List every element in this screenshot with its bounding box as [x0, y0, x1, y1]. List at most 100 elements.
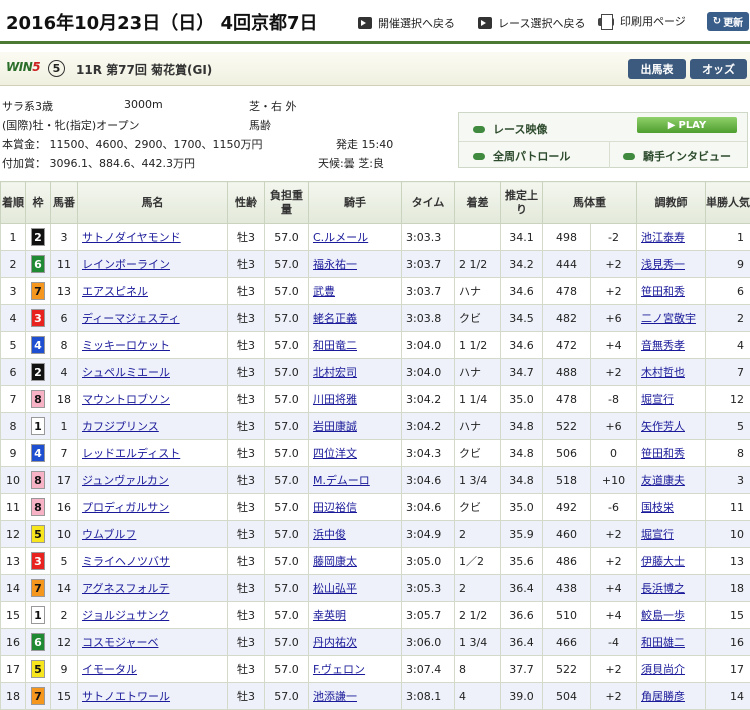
trainer-cell[interactable]: 長浜博之: [636, 574, 706, 602]
jockey-link[interactable]: M.デムーロ: [313, 474, 370, 487]
trainer-link[interactable]: 音無秀孝: [641, 339, 685, 352]
trainer-cell[interactable]: 伊藤大士: [636, 547, 706, 575]
race-video-link[interactable]: レース映像: [473, 121, 547, 137]
jockey-link[interactable]: 和田竜二: [313, 339, 357, 352]
col-sexage[interactable]: 性齢: [227, 181, 265, 224]
trainer-link[interactable]: 須貝尚介: [641, 663, 685, 676]
trainer-cell[interactable]: 国枝栄: [636, 493, 706, 521]
jockey-cell[interactable]: 武豊: [308, 277, 402, 305]
jockey-cell[interactable]: 和田竜二: [308, 331, 402, 359]
jockey-cell[interactable]: 四位洋文: [308, 439, 402, 467]
horse-name-link[interactable]: エアスピネル: [82, 285, 148, 298]
trainer-link[interactable]: 木村哲也: [641, 366, 685, 379]
horse-name-link[interactable]: ジョルジュサンク: [82, 609, 169, 622]
horse-name-link[interactable]: カフジプリンス: [82, 420, 159, 433]
trainer-cell[interactable]: 須貝尚介: [636, 655, 706, 683]
horse-name-link[interactable]: ミライヘノツバサ: [82, 555, 170, 568]
horse-name-cell[interactable]: カフジプリンス: [77, 412, 228, 440]
trainer-link[interactable]: 伊藤大士: [641, 555, 685, 568]
horse-name-link[interactable]: ディーマジェスティ: [82, 312, 180, 325]
jockey-cell[interactable]: F.ヴェロン: [308, 655, 402, 683]
trainer-cell[interactable]: 笹田和秀: [636, 277, 706, 305]
col-popularity[interactable]: 単勝人気: [705, 181, 750, 224]
col-number[interactable]: 馬番: [50, 181, 78, 224]
trainer-link[interactable]: 笹田和秀: [641, 285, 685, 298]
jockey-cell[interactable]: 松山弘平: [308, 574, 402, 602]
jockey-cell[interactable]: C.ルメール: [308, 223, 402, 251]
horse-name-link[interactable]: レインボーライン: [82, 258, 170, 271]
horse-name-cell[interactable]: ディーマジェスティ: [77, 304, 228, 332]
horse-name-cell[interactable]: ミッキーロケット: [77, 331, 228, 359]
horse-name-cell[interactable]: サトノエトワール: [77, 682, 228, 710]
refresh-button[interactable]: ↻ 更新: [707, 12, 749, 31]
jockey-cell[interactable]: 岩田康誠: [308, 412, 402, 440]
jockey-link[interactable]: 池添謙一: [313, 690, 357, 703]
trainer-link[interactable]: 鮫島一歩: [641, 609, 685, 622]
horse-name-cell[interactable]: コスモジャーベ: [77, 628, 228, 656]
jockey-cell[interactable]: 福永祐一: [308, 250, 402, 278]
horse-name-cell[interactable]: マウントロブソン: [77, 385, 228, 413]
trainer-cell[interactable]: 友道康夫: [636, 466, 706, 494]
trainer-link[interactable]: 堀宣行: [641, 393, 674, 406]
horse-name-link[interactable]: ミッキーロケット: [82, 339, 170, 352]
jockey-link[interactable]: 田辺裕信: [313, 501, 357, 514]
trainer-link[interactable]: 角居勝彦: [641, 690, 685, 703]
jockey-link[interactable]: 松山弘平: [313, 582, 357, 595]
trainer-cell[interactable]: 浅見秀一: [636, 250, 706, 278]
horse-name-link[interactable]: サトノエトワール: [82, 690, 170, 703]
trainer-cell[interactable]: 二ノ宮敬宇: [636, 304, 706, 332]
trainer-link[interactable]: 国枝栄: [641, 501, 674, 514]
col-trainer[interactable]: 調教師: [636, 181, 706, 224]
col-last3f[interactable]: 推定上り: [500, 181, 543, 224]
horse-name-link[interactable]: プロディガルサン: [82, 501, 169, 514]
jockey-link[interactable]: 北村宏司: [313, 366, 357, 379]
jockey-link[interactable]: 武豊: [313, 285, 335, 298]
trainer-cell[interactable]: 木村哲也: [636, 358, 706, 386]
jockey-cell[interactable]: 幸英明: [308, 601, 402, 629]
horse-name-link[interactable]: アグネスフォルテ: [82, 582, 169, 595]
horse-name-cell[interactable]: エアスピネル: [77, 277, 228, 305]
jockey-cell[interactable]: 北村宏司: [308, 358, 402, 386]
trainer-cell[interactable]: 和田雄二: [636, 628, 706, 656]
col-waku[interactable]: 枠: [25, 181, 51, 224]
col-horse[interactable]: 馬名: [77, 181, 228, 224]
col-weight[interactable]: 負担重量: [264, 181, 309, 224]
jockey-link[interactable]: 岩田康誠: [313, 420, 357, 433]
jockey-cell[interactable]: 川田将雅: [308, 385, 402, 413]
trainer-link[interactable]: 笹田和秀: [641, 447, 685, 460]
jockey-cell[interactable]: 丹内祐次: [308, 628, 402, 656]
horse-name-cell[interactable]: プロディガルサン: [77, 493, 228, 521]
col-rank[interactable]: 着順: [0, 181, 26, 224]
jockey-link[interactable]: 福永祐一: [313, 258, 357, 271]
col-time[interactable]: タイム: [401, 181, 455, 224]
jockey-cell[interactable]: 浜中俊: [308, 520, 402, 548]
trainer-link[interactable]: 二ノ宮敬宇: [641, 312, 696, 325]
trainer-cell[interactable]: 音無秀孝: [636, 331, 706, 359]
horse-name-link[interactable]: レッドエルディスト: [82, 447, 180, 460]
horse-name-link[interactable]: ジュンヴァルカン: [82, 474, 169, 487]
trainer-cell[interactable]: 池江泰寿: [636, 223, 706, 251]
horse-name-link[interactable]: イモータル: [82, 663, 137, 676]
play-button[interactable]: ▶ PLAY: [637, 117, 737, 133]
trainer-link[interactable]: 友道康夫: [641, 474, 685, 487]
trainer-cell[interactable]: 笹田和秀: [636, 439, 706, 467]
trainer-link[interactable]: 堀宣行: [641, 528, 674, 541]
jockey-cell[interactable]: 田辺裕信: [308, 493, 402, 521]
jockey-cell[interactable]: M.デムーロ: [308, 466, 402, 494]
col-body-weight[interactable]: 馬体重: [542, 181, 637, 224]
horse-name-link[interactable]: サトノダイヤモンド: [82, 231, 181, 244]
horse-name-cell[interactable]: レッドエルディスト: [77, 439, 228, 467]
jockey-link[interactable]: 川田将雅: [313, 393, 357, 406]
jockey-link[interactable]: 幸英明: [313, 609, 346, 622]
trainer-cell[interactable]: 堀宣行: [636, 520, 706, 548]
horse-name-link[interactable]: シュペルミエール: [82, 366, 170, 379]
horse-name-cell[interactable]: レインボーライン: [77, 250, 228, 278]
odds-button[interactable]: オッズ: [690, 59, 747, 79]
horse-name-link[interactable]: コスモジャーベ: [82, 636, 158, 649]
jockey-link[interactable]: 浜中俊: [313, 528, 346, 541]
jockey-link[interactable]: 藤岡康太: [313, 555, 357, 568]
horse-name-cell[interactable]: アグネスフォルテ: [77, 574, 228, 602]
trainer-cell[interactable]: 角居勝彦: [636, 682, 706, 710]
horse-name-cell[interactable]: シュペルミエール: [77, 358, 228, 386]
jockey-link[interactable]: 蛯名正義: [313, 312, 357, 325]
